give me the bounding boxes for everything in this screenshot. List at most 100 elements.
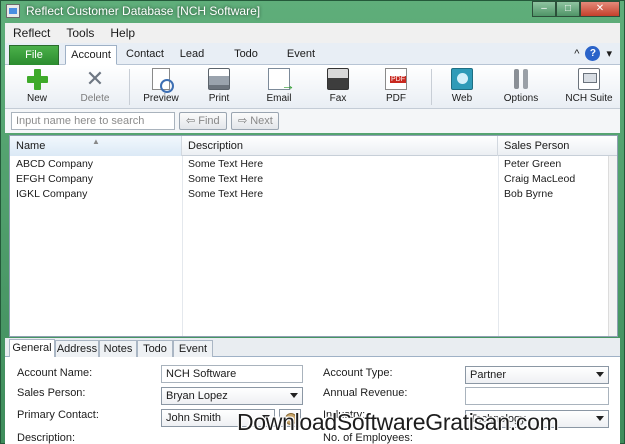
menu-bar: Reflect Tools Help xyxy=(5,23,620,43)
cell-sales-person: Craig MacLeod xyxy=(504,173,576,185)
pdf-button-label: PDF xyxy=(386,93,406,104)
menu-help[interactable]: Help xyxy=(110,26,135,40)
table-header: ▲ Name Description Sales Person xyxy=(10,136,617,156)
sales-person-value: Bryan Lopez xyxy=(166,390,228,402)
account-type-label: Account Type: xyxy=(323,367,393,379)
ribbon-help-area: ^ ? ▾ xyxy=(574,46,612,61)
nch-suite-button-label: NCH Suite xyxy=(565,93,613,104)
column-header-sales-person[interactable]: Sales Person xyxy=(498,136,608,156)
window-controls: – □ ✕ xyxy=(532,1,620,18)
ribbon-collapse-icon[interactable]: ^ xyxy=(574,48,579,60)
cell-sales-person: Bob Byrne xyxy=(504,188,554,200)
email-button[interactable]: Email xyxy=(263,67,295,107)
print-button[interactable]: Print xyxy=(203,67,235,107)
sales-person-select[interactable]: Bryan Lopez xyxy=(161,387,303,405)
tab-todo-detail[interactable]: Todo xyxy=(137,340,173,357)
web-icon xyxy=(451,68,473,90)
menu-tools[interactable]: Tools xyxy=(66,26,94,40)
next-arrow-icon: ⇨ xyxy=(238,115,248,127)
account-name-input[interactable]: NCH Software xyxy=(161,365,303,383)
ribbon-tabs: File Account Contact Lead Todo Event ^ ?… xyxy=(5,43,620,65)
table-row[interactable]: IGKL Company Some Text Here Bob Byrne xyxy=(10,187,617,202)
app-window: Reflect Customer Database [NCH Software]… xyxy=(0,0,625,444)
close-button[interactable]: ✕ xyxy=(580,1,620,17)
options-button[interactable]: Options xyxy=(501,67,541,107)
next-button[interactable]: ⇨ Next xyxy=(231,112,279,130)
delete-button[interactable]: ✕ Delete xyxy=(77,67,113,107)
find-button[interactable]: ⇦ Find xyxy=(179,112,227,130)
delete-icon: ✕ xyxy=(85,66,105,91)
accounts-table: ▲ Name Description Sales Person ABCD Com… xyxy=(9,135,618,337)
menu-reflect[interactable]: Reflect xyxy=(13,26,50,40)
web-button[interactable]: Web xyxy=(447,67,477,107)
nch-suite-button[interactable]: NCH Suite xyxy=(563,67,615,107)
cell-sales-person: Peter Green xyxy=(504,158,562,170)
cell-description: Some Text Here xyxy=(188,173,264,185)
options-icon xyxy=(510,68,532,90)
printer-icon xyxy=(208,68,230,90)
app-icon xyxy=(6,4,20,18)
table-row[interactable]: ABCD Company Some Text Here Peter Green xyxy=(10,157,617,172)
tab-address[interactable]: Address xyxy=(55,340,99,357)
table-row[interactable]: EFGH Company Some Text Here Craig MacLeo… xyxy=(10,172,617,187)
account-type-value: Partner xyxy=(470,369,507,381)
options-button-label: Options xyxy=(503,93,539,104)
maximize-button[interactable]: □ xyxy=(556,1,580,17)
tab-notes[interactable]: Notes xyxy=(99,340,137,357)
search-input[interactable] xyxy=(11,112,175,130)
account-name-label: Account Name: xyxy=(17,367,93,379)
email-icon xyxy=(268,68,295,93)
chevron-down-icon xyxy=(596,372,604,377)
table-body: ABCD Company Some Text Here Peter Green … xyxy=(10,157,617,202)
detail-tabs: General Address Notes Todo Event xyxy=(5,338,620,358)
annual-revenue-input[interactable] xyxy=(465,387,609,405)
toolbar: New ✕ Delete Preview Print Email Fax PDF xyxy=(5,65,620,109)
title-bar[interactable]: Reflect Customer Database [NCH Software]… xyxy=(1,1,624,21)
print-button-label: Print xyxy=(208,93,230,104)
delete-button-label: Delete xyxy=(80,93,110,104)
new-button-label: New xyxy=(26,93,47,104)
next-button-label: Next xyxy=(250,115,273,127)
tab-event[interactable]: Event xyxy=(283,45,319,65)
fax-button-label: Fax xyxy=(329,93,347,104)
web-button-label: Web xyxy=(451,93,473,104)
toolbar-separator xyxy=(129,69,130,105)
tab-general[interactable]: General xyxy=(9,339,55,358)
annual-revenue-label: Annual Revenue: xyxy=(323,387,408,399)
primary-contact-label: Primary Contact: xyxy=(17,409,99,421)
sales-person-label: Sales Person: xyxy=(17,387,86,399)
account-type-select[interactable]: Partner xyxy=(465,366,609,384)
table-scrollbar[interactable] xyxy=(608,156,617,336)
watermark-text: DownloadSoftwareGratisan.com xyxy=(237,409,559,435)
help-icon[interactable]: ? xyxy=(585,46,601,61)
tab-contact[interactable]: Contact xyxy=(121,45,169,65)
find-button-label: Find xyxy=(198,115,220,127)
nch-suite-icon xyxy=(578,68,600,90)
description-label: Description: xyxy=(17,432,76,444)
fax-button[interactable]: Fax xyxy=(323,67,353,107)
tab-account[interactable]: Account xyxy=(65,45,117,65)
column-header-description[interactable]: Description xyxy=(182,136,498,156)
sort-ascending-icon: ▲ xyxy=(92,137,100,146)
tab-file[interactable]: File xyxy=(9,45,59,65)
cell-name: ABCD Company xyxy=(16,158,94,170)
column-header-name[interactable]: ▲ Name xyxy=(10,136,182,156)
window-title: Reflect Customer Database [NCH Software] xyxy=(26,4,261,18)
preview-button[interactable]: Preview xyxy=(141,67,181,107)
preview-button-label: Preview xyxy=(143,93,179,104)
cell-name: IGKL Company xyxy=(16,188,88,200)
pdf-button[interactable]: PDF xyxy=(381,67,411,107)
toolbar-separator xyxy=(431,69,432,105)
minimize-button[interactable]: – xyxy=(532,1,556,17)
tab-event-detail[interactable]: Event xyxy=(173,340,213,357)
tab-todo[interactable]: Todo xyxy=(231,45,261,65)
chevron-down-icon xyxy=(290,393,298,398)
email-button-label: Email xyxy=(266,93,292,104)
help-dropdown-icon[interactable]: ▾ xyxy=(606,47,612,60)
tab-lead[interactable]: Lead xyxy=(175,45,209,65)
primary-contact-value: John Smith xyxy=(166,412,222,424)
new-button[interactable]: New xyxy=(21,67,53,107)
search-bar: ⇦Find ⇨Next xyxy=(5,109,620,133)
cell-description: Some Text Here xyxy=(188,158,264,170)
chevron-down-icon xyxy=(596,416,604,421)
